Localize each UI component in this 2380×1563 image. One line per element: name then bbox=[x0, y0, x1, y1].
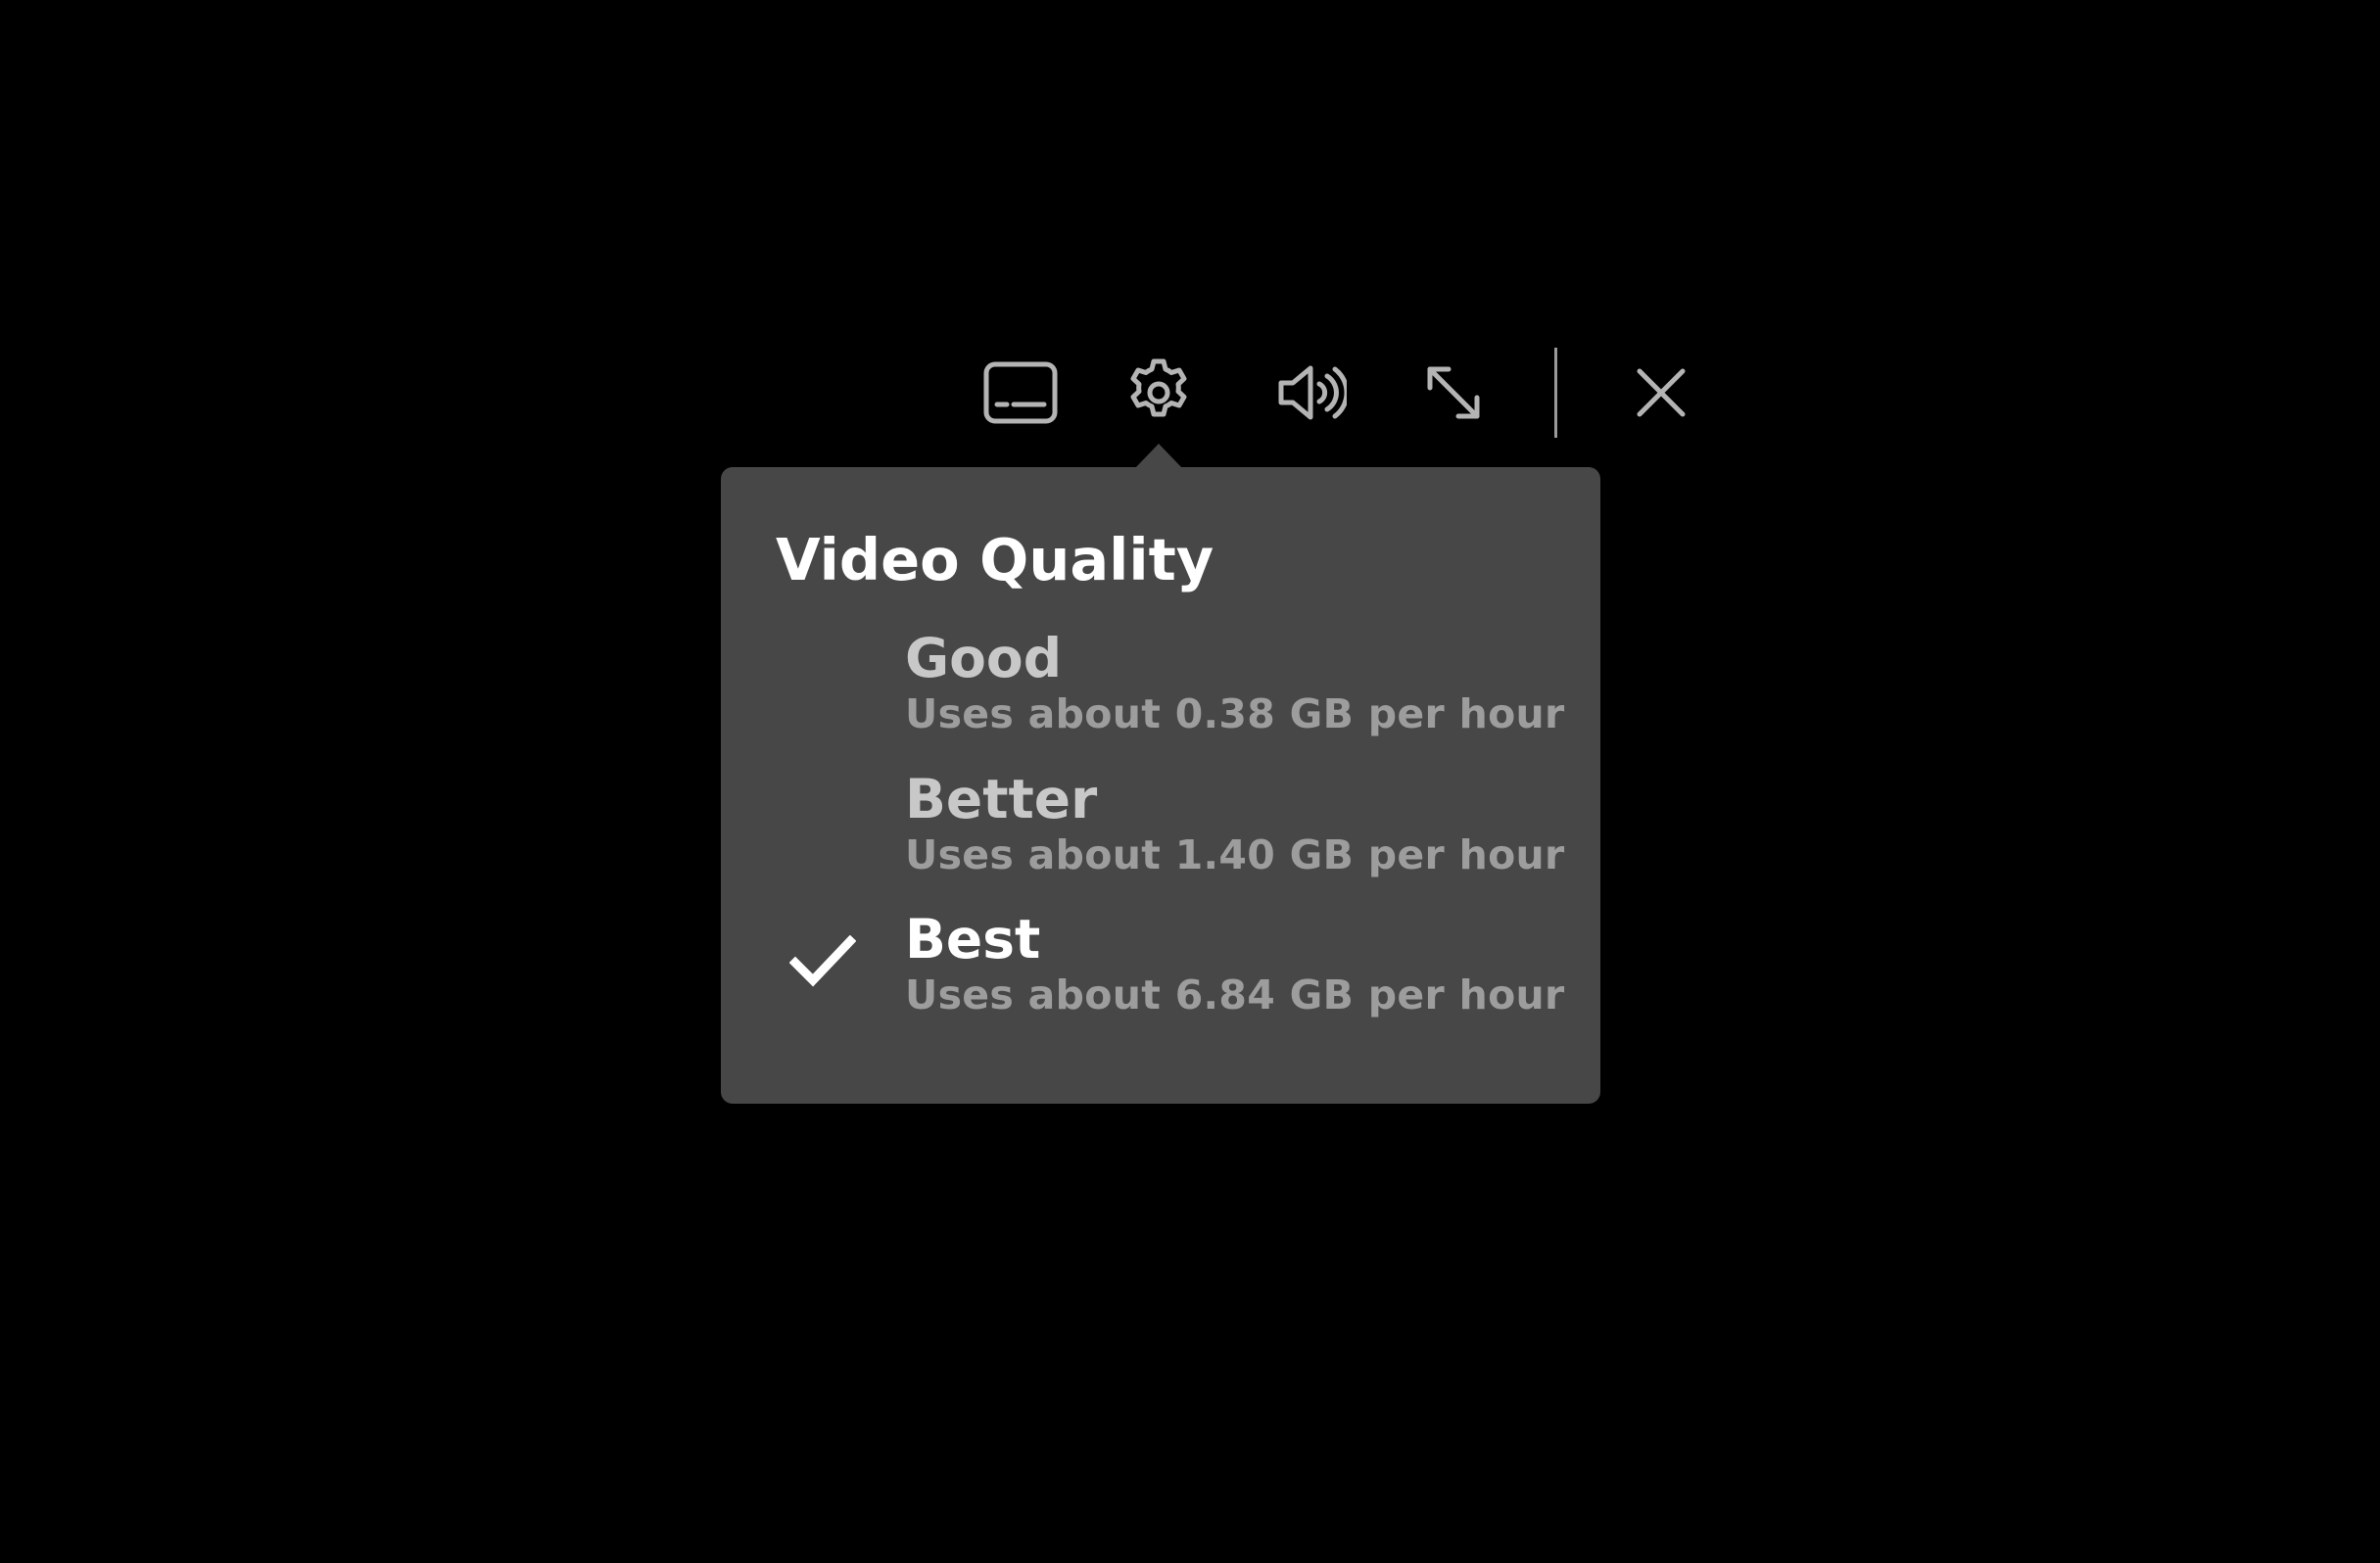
subtitles-button[interactable] bbox=[974, 346, 1068, 440]
video-quality-panel: Video Quality Good Uses about 0.38 GB pe… bbox=[721, 467, 1600, 1104]
option-label: Better bbox=[905, 768, 1098, 830]
close-button[interactable] bbox=[1614, 346, 1708, 440]
settings-button[interactable] bbox=[1112, 346, 1206, 440]
quality-option-good[interactable]: Good Uses about 0.38 GB per hour bbox=[721, 627, 1600, 752]
option-description: Uses about 1.40 GB per hour bbox=[905, 831, 1565, 878]
option-description: Uses about 0.38 GB per hour bbox=[905, 690, 1565, 737]
option-description: Uses about 6.84 GB per hour bbox=[905, 971, 1565, 1018]
volume-icon bbox=[1278, 365, 1347, 420]
option-label: Good bbox=[905, 627, 1063, 689]
settings-popover-caret bbox=[1135, 444, 1182, 468]
checkmark-icon bbox=[789, 935, 856, 987]
option-label: Best bbox=[905, 908, 1041, 971]
toolbar-divider bbox=[1554, 348, 1557, 438]
quality-option-best[interactable]: Best Uses about 6.84 GB per hour bbox=[721, 908, 1600, 1033]
video-player-stage: Video Quality Good Uses about 0.38 GB pe… bbox=[0, 0, 2380, 1563]
subtitles-icon bbox=[983, 361, 1058, 424]
quality-option-better[interactable]: Better Uses about 1.40 GB per hour bbox=[721, 768, 1600, 893]
fullscreen-button[interactable] bbox=[1406, 346, 1500, 440]
close-icon bbox=[1637, 368, 1686, 417]
volume-button[interactable] bbox=[1264, 346, 1358, 440]
panel-title: Video Quality bbox=[776, 526, 1214, 593]
fullscreen-icon bbox=[1427, 366, 1480, 419]
gear-icon bbox=[1130, 358, 1187, 417]
